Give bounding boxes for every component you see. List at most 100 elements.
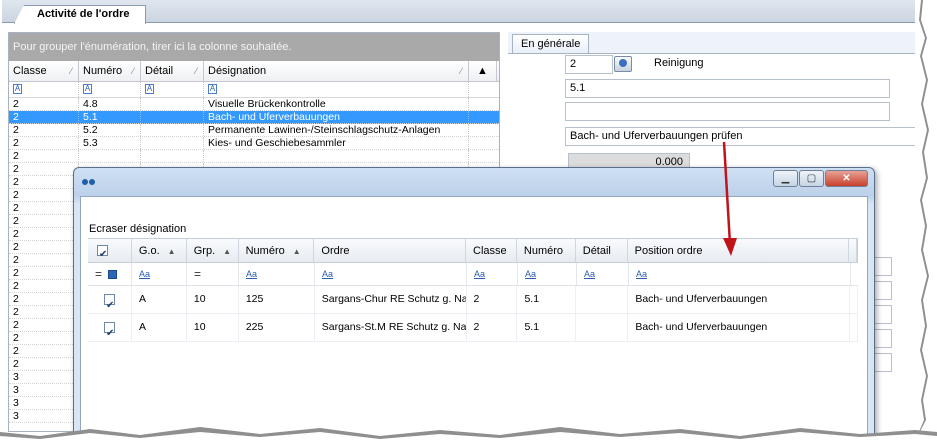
column-header-position-ordre[interactable]: Position ordre [628, 239, 850, 262]
filter-cell-detail[interactable]: A [141, 82, 204, 97]
column-header-numero[interactable]: Numéro ⁄ [79, 61, 141, 81]
filter-cell-classe[interactable]: A [9, 82, 79, 97]
cell-position: Bach- und Uferverbauungen [628, 286, 851, 313]
maximize-button[interactable]: ▢ [799, 170, 824, 187]
table-row[interactable]: 2 4.8 Visuelle Brückenkontrolle [9, 98, 499, 111]
filter-cell-check[interactable]: = [88, 263, 132, 285]
column-header-grp[interactable]: Grp. ▲ [187, 239, 239, 262]
table-row[interactable]: A10225Sargans-St.M RE Schutz g. Nat.25.1… [88, 314, 859, 342]
filter-cell-go[interactable]: Aa [132, 263, 187, 285]
cell-go: A [132, 314, 187, 341]
sort-ascending-icon: ▲ [167, 247, 176, 256]
cell-designation: Kies- und Geschiebesammler [204, 137, 469, 149]
sort-icon: ⁄ [460, 66, 462, 76]
minimize-button[interactable]: ▁ [773, 170, 798, 187]
cell-classe: 2 [9, 163, 79, 175]
filter-cell-detail[interactable]: Aa [577, 263, 629, 285]
cell-numero [79, 150, 141, 162]
grid-header: Classe ⁄ Numéro ⁄ Détail ⁄ Désignation ⁄ ▲ [9, 61, 499, 82]
class-name-label: Reinigung [654, 57, 704, 69]
column-header-numero-2[interactable]: Numéro [517, 239, 576, 262]
cell-numero: 5.1 [79, 111, 141, 123]
table-row[interactable]: 2 [9, 150, 499, 163]
group-by-bar[interactable]: Pour grouper l'énumération, tirer ici la… [9, 33, 499, 61]
cell-detail [141, 124, 204, 136]
table-row[interactable]: A10125Sargans-Chur RE Schutz g. Nat.25.1… [88, 286, 859, 314]
column-header-spacer [849, 239, 858, 262]
tab-activite-ordre[interactable]: Activité de l'ordre [14, 5, 147, 24]
cell-numero2: 5.1 [517, 314, 577, 341]
scroll-up-button[interactable]: ▲ [469, 61, 497, 81]
column-header-detail[interactable]: Détail ⁄ [141, 61, 204, 81]
tab-en-generale[interactable]: En générale [512, 34, 590, 54]
cell-classe: 2 [467, 314, 518, 341]
filter-cell-numero[interactable]: Aa [239, 263, 315, 285]
column-header-classe[interactable]: Classe [466, 239, 517, 262]
window-controls: ▁ ▢ ✕ [773, 170, 868, 187]
cell-grp: 10 [187, 286, 239, 313]
cell-classe: 2 [9, 124, 79, 136]
cell-classe: 2 [9, 150, 79, 162]
torn-edge-right [915, 0, 929, 441]
filter-cell-numero[interactable]: A [79, 82, 141, 97]
table-row[interactable]: 2 5.1 Bach- und Uferverbauungen [9, 111, 499, 124]
class-field[interactable]: 2 [565, 55, 613, 74]
column-header-classe[interactable]: Classe ⁄ [9, 61, 79, 81]
cell-classe: 2 [9, 306, 79, 318]
cell-classe: 2 [9, 332, 79, 344]
column-header-label: Classe [13, 65, 47, 77]
text-filter-icon: A [145, 84, 154, 94]
table-row[interactable]: 2 5.3 Kies- und Geschiebesammler [9, 137, 499, 150]
filter-cell-numero-2[interactable]: Aa [518, 263, 577, 285]
number-field[interactable]: 5.1 [565, 79, 890, 98]
cell-classe: 2 [9, 228, 79, 240]
cell-spacer [850, 286, 859, 313]
close-button[interactable]: ✕ [825, 170, 868, 187]
column-header-go[interactable]: G.o. ▲ [132, 239, 187, 262]
cell-designation: Visuelle Brückenkontrolle [204, 98, 469, 110]
select-all-checkbox[interactable] [97, 243, 108, 267]
filter-cell-designation[interactable]: A [204, 82, 469, 97]
cell-go: A [132, 286, 187, 313]
column-header-label: Numéro [83, 65, 123, 77]
cell-classe: 2 [9, 189, 79, 201]
table-row[interactable]: 2 5.2 Permanente Lawinen-/Steinschlagschut… [9, 124, 499, 137]
table-header: G.o. ▲ Grp. ▲ Numéro ▲ Ordre Classe Numéro … [88, 238, 858, 267]
column-header-label: Numéro [245, 245, 285, 257]
column-header-label: G.o. [138, 245, 160, 257]
screenshot-frame: Activité de l'ordre Pour grouper l'énumé… [0, 0, 925, 441]
cell-grp: 10 [187, 314, 239, 341]
designation-field[interactable]: Bach- und Uferverbauungen prüfen [565, 127, 920, 146]
cell-classe: 2 [9, 98, 79, 110]
column-header-ordre[interactable]: Ordre [314, 239, 467, 262]
filter-cell-ordre[interactable]: Aa [315, 263, 467, 285]
cell-classe: 2 [9, 345, 79, 357]
column-header-detail[interactable]: Détail [576, 239, 628, 262]
filter-cell-grp[interactable]: = [187, 263, 239, 285]
cell-classe: 2 [9, 319, 79, 331]
cell-numero: 125 [239, 286, 315, 313]
row-checkbox[interactable] [104, 320, 115, 341]
column-header-numero[interactable]: Numéro ▲ [239, 239, 315, 262]
select-all-cell [88, 239, 132, 267]
cell-ordre: Sargans-St.M RE Schutz g. Nat. [315, 314, 467, 341]
check-cell [88, 314, 132, 341]
cell-numero: 4.8 [79, 98, 141, 110]
filter-cell-classe[interactable]: Aa [467, 263, 518, 285]
filter-cell-position-ordre[interactable]: Aa [629, 263, 851, 285]
column-header-designation[interactable]: Désignation ⁄ [204, 61, 469, 81]
grid-filter-row: A A A A [9, 82, 499, 98]
detail-field[interactable] [565, 102, 890, 121]
row-checkbox[interactable] [104, 292, 115, 313]
cell-detail [141, 98, 204, 110]
main-tabstrip: Activité de l'ordre [2, 0, 920, 24]
app-icon [82, 177, 96, 187]
class-lookup-icon[interactable] [614, 56, 632, 72]
sort-ascending-icon: ▲ [223, 247, 232, 256]
cell-classe: 2 [9, 358, 79, 370]
cell-classe: 2 [467, 286, 518, 313]
cell-classe: 2 [9, 280, 79, 292]
equals-operator-icon: = [95, 267, 103, 281]
overwrite-designation-dialog: ▁ ▢ ✕ Ecraser désignation G.o. ▲ Grp. ▲ Nu… [73, 167, 875, 441]
sort-icon: ⁄ [132, 66, 134, 76]
